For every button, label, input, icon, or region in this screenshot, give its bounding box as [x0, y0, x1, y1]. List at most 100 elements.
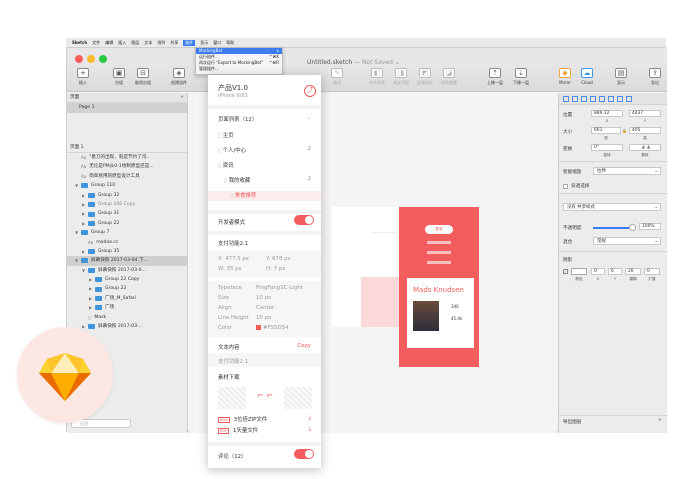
resizing-select[interactable]: 拉伸 ⌄ [593, 167, 661, 175]
menu-text[interactable]: 文本 [144, 40, 152, 46]
layer-row[interactable]: ▼ Group 7 [67, 228, 187, 237]
dev-mode-toggle[interactable] [294, 215, 314, 225]
layer-row[interactable]: Aa 简单易用的原型设计工具 [67, 172, 187, 181]
shadow-blur-field[interactable]: 20 [625, 268, 641, 275]
layer-row[interactable]: ◻ Mask [67, 313, 187, 322]
layer-row[interactable]: ▶ Group 31 [67, 209, 187, 218]
layer-row[interactable]: ▶ Group 22 [67, 284, 187, 293]
download-item[interactable]: PNG 3位倍ZIP文件 ⤓ [208, 415, 321, 423]
clickthrough-row[interactable]: 穿透选择 [563, 183, 589, 189]
menu-item-manage-plugins[interactable]: 管理插件... [196, 66, 282, 72]
distribute-h-icon[interactable] [617, 95, 623, 102]
menu-window[interactable]: 窗口 [213, 40, 221, 46]
align-center-icon[interactable] [572, 95, 578, 102]
page-tree-item[interactable]: ▯ 美食推荐 [208, 191, 321, 201]
insert-button[interactable]: + 插入 [69, 68, 97, 86]
align-top-icon[interactable] [590, 95, 596, 102]
menu-arrange[interactable]: 排列 [157, 40, 165, 46]
shadow-x-field[interactable]: 0 [591, 268, 605, 275]
download-item[interactable]: PDF 1矢量文件 ⤓ [208, 426, 321, 434]
shadow-color-well[interactable] [571, 268, 587, 275]
comments-toggle[interactable] [294, 449, 314, 459]
menu-file[interactable]: 文件 [92, 40, 100, 46]
view-button[interactable]: ▤ 显示 [607, 68, 635, 86]
export-button[interactable]: ⇪ 导出 [641, 68, 669, 86]
opacity-field[interactable]: 100% [639, 223, 661, 230]
blend-value: 常规 [597, 239, 606, 244]
rotate-field[interactable]: 0° [591, 144, 623, 151]
menu-edit[interactable]: 编辑 [105, 40, 113, 46]
download-icon[interactable]: ⤓ [309, 415, 311, 422]
pages-list-header[interactable]: 页面列表（12） ⌄ [208, 115, 321, 123]
distribute-v-icon[interactable] [626, 95, 632, 102]
layer-row[interactable]: ▼ 屏幕快照 2017-03-04 下... [67, 256, 187, 266]
blend-select[interactable]: 常规 ⌄ [593, 237, 661, 245]
flip-buttons[interactable]: ◭ ◮ [629, 144, 661, 151]
page-tree-item[interactable]: ▯ 个人/中心 2 [208, 146, 321, 154]
align-bottom-icon[interactable] [608, 95, 614, 102]
layer-row[interactable]: Aa 无论是PM从0-1绘制原型还是... [67, 162, 187, 171]
x-field[interactable]: 889.12 [591, 110, 623, 117]
menu-app[interactable]: Sketch [72, 40, 87, 45]
width-field[interactable]: 661 [591, 127, 621, 134]
menu-plugins[interactable]: 插件 [183, 39, 196, 46]
create-symbol-button[interactable]: ◈ 创建组件 [165, 68, 193, 86]
close-window-button[interactable] [75, 55, 83, 63]
menu-view[interactable]: 显示 [200, 40, 208, 46]
height-sub: 高 [643, 136, 647, 140]
minimize-window-button[interactable] [87, 55, 95, 63]
layer-row[interactable]: Aa "墨刀的出现，就是节约了沟... [67, 153, 187, 162]
add-page-icon[interactable]: + [180, 93, 184, 102]
clickthrough-checkbox[interactable] [563, 183, 568, 189]
layer-row[interactable]: ▶ 广场 [67, 303, 187, 312]
toggle-knob [305, 216, 313, 224]
login-pill[interactable]: 登录 [425, 225, 453, 234]
layer-row[interactable]: ▶ Group 32 [67, 191, 187, 200]
page-tree-item[interactable]: ▯ 我的收藏 2 [208, 176, 321, 184]
shadow-spread-field[interactable]: 0 [644, 268, 660, 275]
layer-row[interactable]: ▶ 广场_M_Safari [67, 294, 187, 303]
toolbar: + 插入 ▣ 分组 ⊟ 取消分组 ◈ 创建组件 ✎ 路径 ◧ 合并形状 ◨ 减去顶层 ◩ 区域相… [67, 65, 667, 92]
cloud-button[interactable]: ☁ Cloud [573, 68, 601, 85]
menu-help[interactable]: 帮助 [226, 40, 234, 46]
y-field[interactable]: 4437 [629, 110, 661, 117]
layer-row[interactable]: Aa modao.cc [67, 238, 187, 247]
folder-icon [95, 296, 102, 302]
page-tree-item[interactable]: ▯ 资讯 [208, 161, 321, 169]
layer-row[interactable]: ▶ Group 106 Copy [67, 200, 187, 209]
difference-button[interactable]: ◪ 排除重叠 [435, 68, 463, 86]
download-icon[interactable]: ⤓ [309, 426, 311, 433]
send-backward-button[interactable]: ⇣ 下移一层 [507, 68, 535, 86]
lock-icon[interactable]: 🔒 [622, 128, 627, 133]
bring-forward-button[interactable]: ⇡ 上移一层 [481, 68, 509, 86]
share-icon[interactable]: ⤴ [304, 85, 316, 97]
layer-row[interactable]: ▶ Group 35 [67, 247, 187, 256]
align-right-icon[interactable] [581, 95, 587, 102]
shared-style-select[interactable]: 没有 共享样式 ⌄ [563, 203, 661, 211]
page-item[interactable]: Page 1 [67, 103, 187, 113]
menu-layer[interactable]: 图层 [131, 40, 139, 46]
page-tree-label: 个人/中心 [222, 148, 247, 154]
add-export-icon[interactable]: + [658, 418, 662, 423]
menu-share[interactable]: 共享 [170, 40, 178, 46]
copy-button[interactable]: Copy [297, 343, 311, 349]
page-tree-item[interactable]: ▯ 主页 [208, 131, 321, 139]
align-middle-icon[interactable] [599, 95, 605, 102]
artboard-login[interactable] [331, 207, 399, 327]
menu-insert[interactable]: 插入 [118, 40, 126, 46]
shadow-y-field[interactable]: 6 [608, 268, 622, 275]
ungroup-button[interactable]: ⊟ 取消分组 [129, 68, 157, 86]
layer-row[interactable]: ▶ Group 22 [67, 219, 187, 228]
layer-row[interactable]: ▼ 屏幕快照 2017-03-0... [67, 266, 187, 275]
layer-row[interactable]: ▼ Group 110 [67, 181, 187, 190]
opacity-slider-handle[interactable] [629, 224, 636, 231]
edit-path-button[interactable]: ✎ 路径 [323, 68, 351, 86]
layer-row[interactable]: ▶ Group 22 Copy [67, 275, 187, 284]
shadow-checkbox[interactable]: ✓ [563, 269, 568, 274]
height-field[interactable]: 405 [629, 127, 661, 134]
assets-label: 素材下载 [218, 375, 240, 381]
profile-card[interactable]: Mads Knudsen 346 45.4k [407, 278, 474, 348]
align-left-icon[interactable] [563, 95, 569, 102]
zoom-window-button[interactable] [99, 55, 107, 63]
opacity-slider[interactable] [593, 227, 631, 229]
